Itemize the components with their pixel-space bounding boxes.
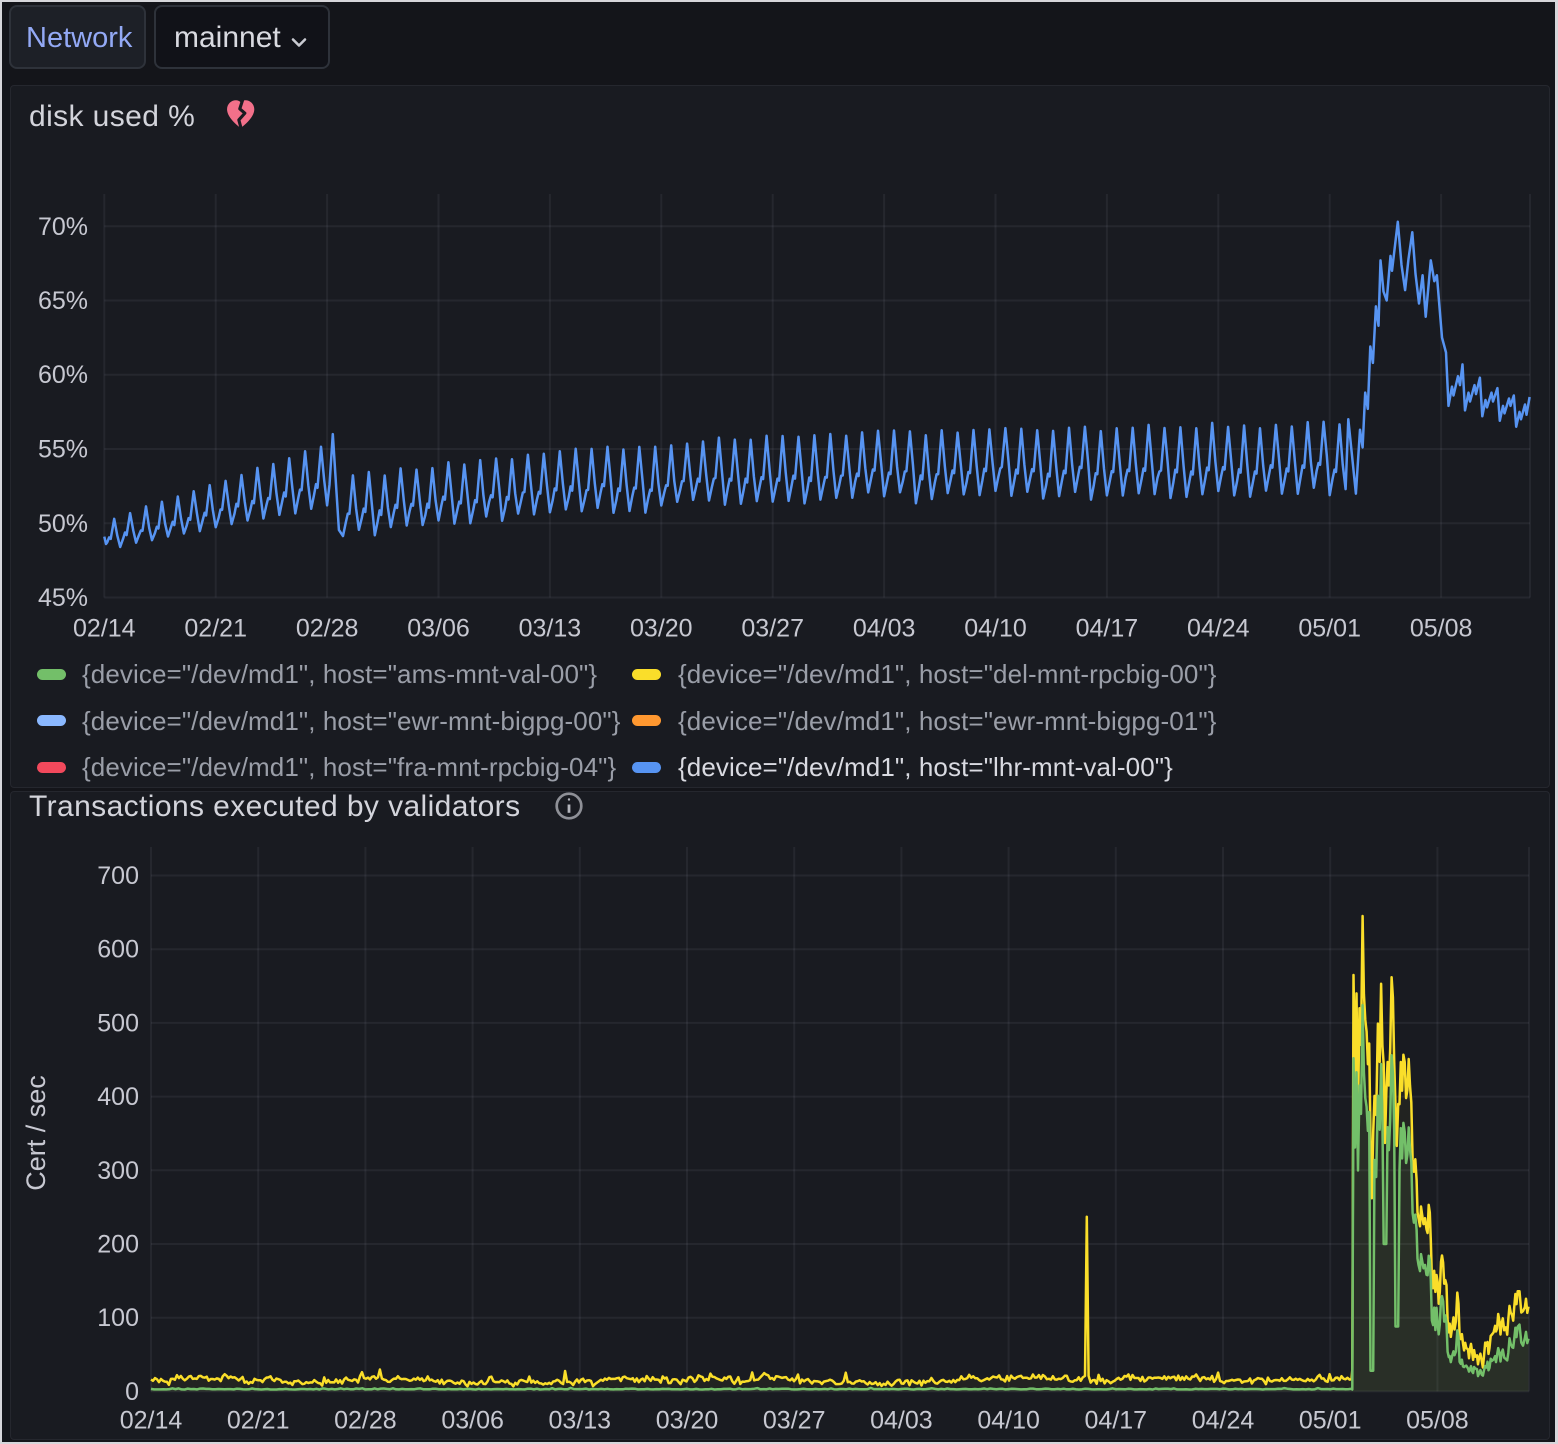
svg-text:65%: 65% — [38, 287, 88, 315]
svg-text:03/27: 03/27 — [741, 615, 804, 643]
svg-text:03/13: 03/13 — [549, 1407, 612, 1435]
svg-text:600: 600 — [97, 936, 139, 964]
svg-text:05/08: 05/08 — [1410, 615, 1473, 643]
svg-text:60%: 60% — [38, 361, 88, 389]
svg-text:0: 0 — [125, 1378, 139, 1406]
svg-text:04/24: 04/24 — [1192, 1407, 1255, 1435]
svg-text:03/13: 03/13 — [519, 615, 582, 643]
svg-text:02/21: 02/21 — [227, 1407, 290, 1435]
svg-text:02/21: 02/21 — [184, 615, 247, 643]
svg-text:03/06: 03/06 — [441, 1407, 504, 1435]
svg-text:300: 300 — [97, 1157, 139, 1185]
svg-text:02/14: 02/14 — [120, 1407, 183, 1435]
svg-text:03/06: 03/06 — [407, 615, 470, 643]
svg-text:04/10: 04/10 — [964, 615, 1027, 643]
svg-text:55%: 55% — [38, 436, 88, 464]
svg-text:45%: 45% — [38, 584, 88, 612]
svg-text:03/20: 03/20 — [630, 615, 693, 643]
svg-text:04/03: 04/03 — [870, 1407, 933, 1435]
svg-text:05/01: 05/01 — [1298, 615, 1361, 643]
svg-text:04/03: 04/03 — [853, 615, 916, 643]
svg-text:70%: 70% — [38, 213, 88, 241]
svg-text:100: 100 — [97, 1304, 139, 1332]
svg-text:04/17: 04/17 — [1076, 615, 1139, 643]
svg-text:04/17: 04/17 — [1085, 1407, 1148, 1435]
svg-text:04/24: 04/24 — [1187, 615, 1250, 643]
svg-text:700: 700 — [97, 862, 139, 890]
svg-text:200: 200 — [97, 1231, 139, 1259]
svg-text:500: 500 — [97, 1009, 139, 1037]
svg-text:05/08: 05/08 — [1406, 1407, 1469, 1435]
svg-text:03/27: 03/27 — [763, 1407, 826, 1435]
svg-text:50%: 50% — [38, 510, 88, 538]
svg-text:02/28: 02/28 — [334, 1407, 397, 1435]
svg-text:02/28: 02/28 — [296, 615, 359, 643]
svg-text:05/01: 05/01 — [1299, 1407, 1362, 1435]
svg-text:400: 400 — [97, 1083, 139, 1111]
svg-text:Cert / sec: Cert / sec — [21, 1075, 51, 1191]
svg-text:02/14: 02/14 — [73, 615, 136, 643]
svg-text:03/20: 03/20 — [656, 1407, 719, 1435]
svg-text:04/10: 04/10 — [977, 1407, 1040, 1435]
